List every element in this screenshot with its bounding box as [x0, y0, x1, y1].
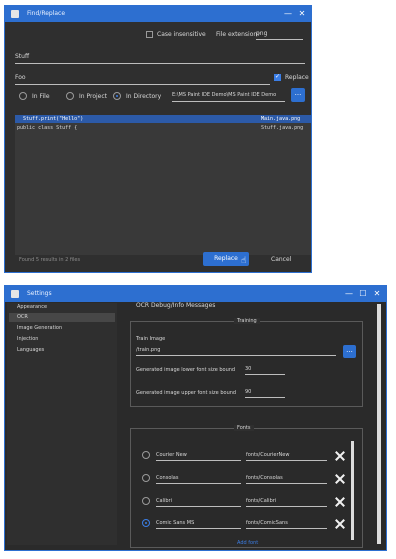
fonts-group: Fonts: [130, 425, 363, 548]
minimize-icon[interactable]: —: [281, 6, 295, 22]
maximize-icon[interactable]: ☐: [356, 286, 370, 302]
remove-font-icon[interactable]: [335, 451, 345, 461]
file-extension-input[interactable]: png: [256, 30, 303, 40]
find-input[interactable]: Stuff: [15, 53, 305, 64]
font-radio[interactable]: [142, 497, 150, 505]
training-group-label: Training: [234, 318, 260, 324]
scope-in-project-radio[interactable]: [66, 92, 74, 100]
scope-in-file-radio[interactable]: [19, 92, 27, 100]
close-icon[interactable]: ✕: [295, 6, 309, 22]
result-file: Main.java.png: [261, 116, 301, 122]
replace-input[interactable]: Foo: [15, 74, 270, 85]
browse-button[interactable]: ...: [291, 88, 305, 102]
app-icon: [11, 10, 19, 18]
font-radio[interactable]: [142, 451, 150, 459]
case-insensitive-label: Case insensitive: [157, 31, 206, 38]
remove-font-icon[interactable]: [335, 474, 345, 484]
minimize-icon[interactable]: —: [342, 286, 356, 302]
result-code: Stuff.print("Hello"): [23, 116, 84, 122]
result-code: public class Stuff {: [17, 125, 78, 131]
directory-path-input[interactable]: E:\MS Paint IDE Demo\MS Paint IDE Demo: [172, 92, 285, 102]
font-path-input[interactable]: fonts/ComicSans: [246, 520, 327, 529]
result-row[interactable]: public class Stuff { Stuff.java.png: [15, 124, 311, 132]
settings-sidebar: Appearance OCR Image Generation Injectio…: [7, 303, 117, 545]
font-path-input[interactable]: fonts/CourierNew: [246, 452, 327, 461]
font-name-input[interactable]: Calibri: [156, 498, 241, 507]
file-extension-label: File extension:: [216, 31, 260, 38]
train-image-browse-button[interactable]: ...: [343, 345, 356, 358]
window-title: Settings: [27, 290, 52, 297]
fonts-scrollbar[interactable]: [351, 441, 354, 540]
add-font-link[interactable]: Add font: [237, 540, 258, 546]
app-icon: [11, 290, 19, 298]
scope-in-directory-label: In Directory: [126, 93, 162, 100]
result-row[interactable]: Stuff.print("Hello") Main.java.png: [15, 115, 311, 123]
scope-in-project-label: In Project: [79, 93, 108, 100]
scope-in-directory-radio[interactable]: [113, 92, 121, 100]
ocr-debug-title: OCR Debug/Info Messages: [136, 302, 216, 309]
sidebar-item-appearance[interactable]: Appearance: [9, 303, 115, 312]
close-icon[interactable]: ✕: [370, 286, 384, 302]
sidebar-item-ocr[interactable]: OCR: [9, 313, 115, 322]
font-radio[interactable]: [142, 474, 150, 482]
status-text: Found 5 results in 2 files: [19, 257, 81, 263]
fonts-group-label: Fonts: [234, 425, 254, 431]
sidebar-item-image-generation[interactable]: Image Generation: [9, 324, 115, 333]
sidebar-item-languages[interactable]: Languages: [9, 346, 115, 355]
lower-bound-input[interactable]: 30: [245, 366, 285, 375]
results-list: Stuff.print("Hello") Main.java.png publi…: [15, 115, 311, 255]
window-title: Find/Replace: [27, 10, 66, 17]
remove-font-icon[interactable]: [335, 519, 345, 529]
title-bar: Find/Replace — ✕: [5, 6, 311, 22]
settings-scrollbar[interactable]: [377, 304, 381, 544]
remove-font-icon[interactable]: [335, 497, 345, 507]
find-replace-window: Find/Replace — ✕ Case insensitive File e…: [4, 5, 312, 273]
font-name-input[interactable]: Comic Sans MS: [156, 520, 241, 529]
font-radio[interactable]: [142, 519, 150, 527]
scope-in-file-label: In File: [32, 93, 50, 100]
title-bar: Settings — ☐ ✕: [5, 286, 386, 302]
upper-bound-label: Generated image upper font size bound: [136, 390, 237, 396]
replace-checkbox-label: Replace: [285, 74, 309, 81]
case-insensitive-checkbox[interactable]: [146, 31, 153, 38]
font-name-input[interactable]: Courier New: [156, 452, 241, 461]
mouse-cursor-icon: ☝: [241, 256, 247, 266]
settings-window: Settings — ☐ ✕ Appearance OCR Image Gene…: [4, 285, 387, 551]
train-image-label: Train Image: [136, 336, 166, 342]
result-file: Stuff.java.png: [261, 125, 304, 131]
replace-checkbox[interactable]: [274, 73, 281, 81]
font-path-input[interactable]: fonts/Consolas: [246, 475, 327, 484]
upper-bound-input[interactable]: 90: [245, 389, 285, 398]
font-path-input[interactable]: fonts/Calibri: [246, 498, 327, 507]
font-name-input[interactable]: Consolas: [156, 475, 241, 484]
lower-bound-label: Generated image lower font size bound: [136, 367, 236, 373]
cancel-button[interactable]: Cancel: [271, 256, 291, 263]
train-image-input[interactable]: /train.png: [136, 347, 336, 356]
sidebar-item-injection[interactable]: Injection: [9, 335, 115, 344]
